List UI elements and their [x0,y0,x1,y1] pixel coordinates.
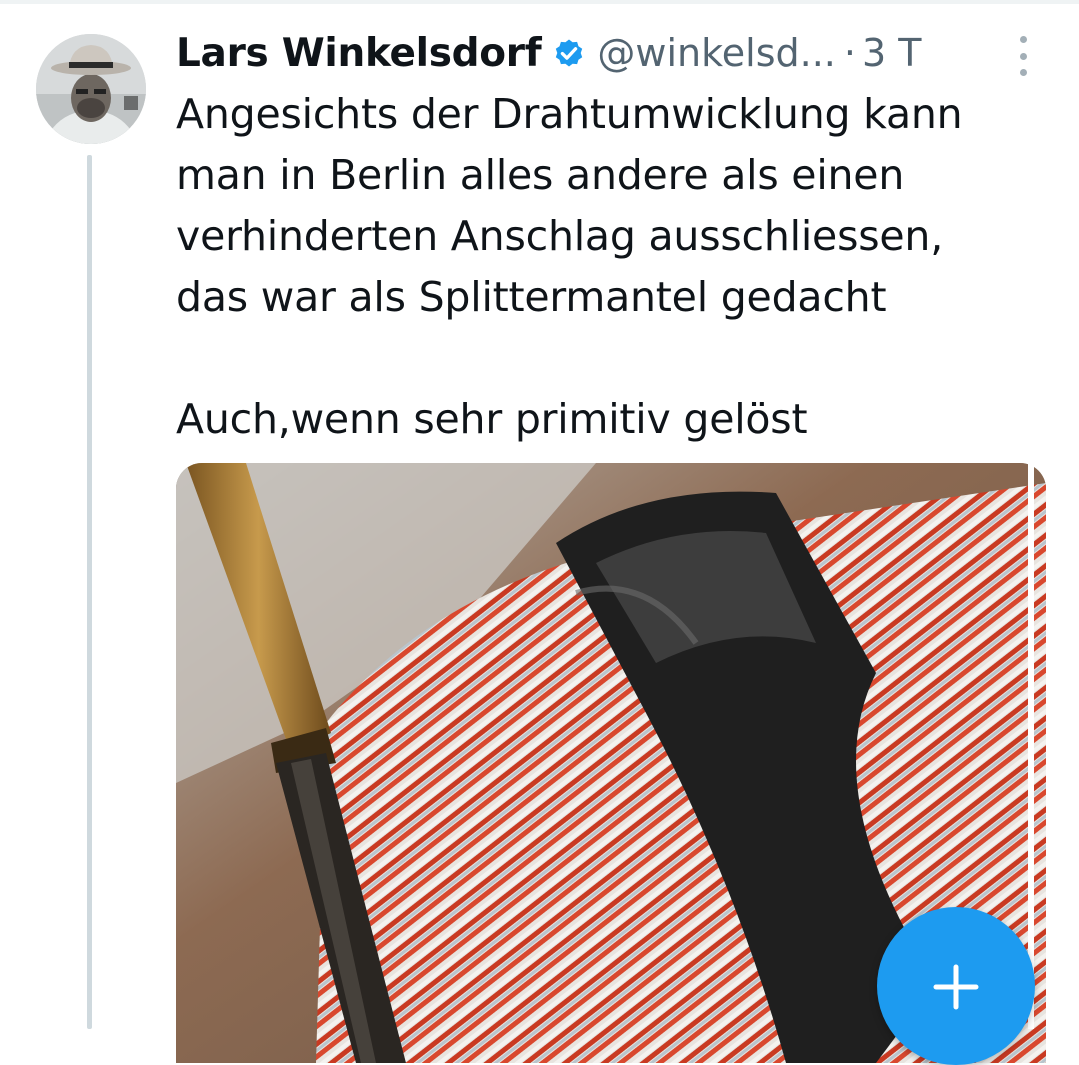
author-name[interactable]: Lars Winkelsdorf [176,31,542,76]
tweet-header: Lars Winkelsdorf @winkelsd... · 3 T [176,26,1046,80]
plus-icon [933,964,979,1010]
verified-badge-icon [551,35,587,71]
thread-line [87,155,92,1029]
separator-dot: · [843,31,856,75]
author-handle[interactable]: @winkelsd... [597,31,835,75]
media-edge [1028,463,1034,1029]
compose-button[interactable] [877,907,1035,1065]
more-dot [1019,52,1027,60]
timestamp[interactable]: 3 T [862,31,921,75]
avatar[interactable] [36,34,146,144]
tweet-text: Angesichts der Drahtumwicklung kann man … [176,90,963,443]
more-dot [1019,69,1027,76]
more-options-icon[interactable] [1010,36,1036,76]
more-dot [1019,36,1027,43]
top-divider [0,0,1079,4]
